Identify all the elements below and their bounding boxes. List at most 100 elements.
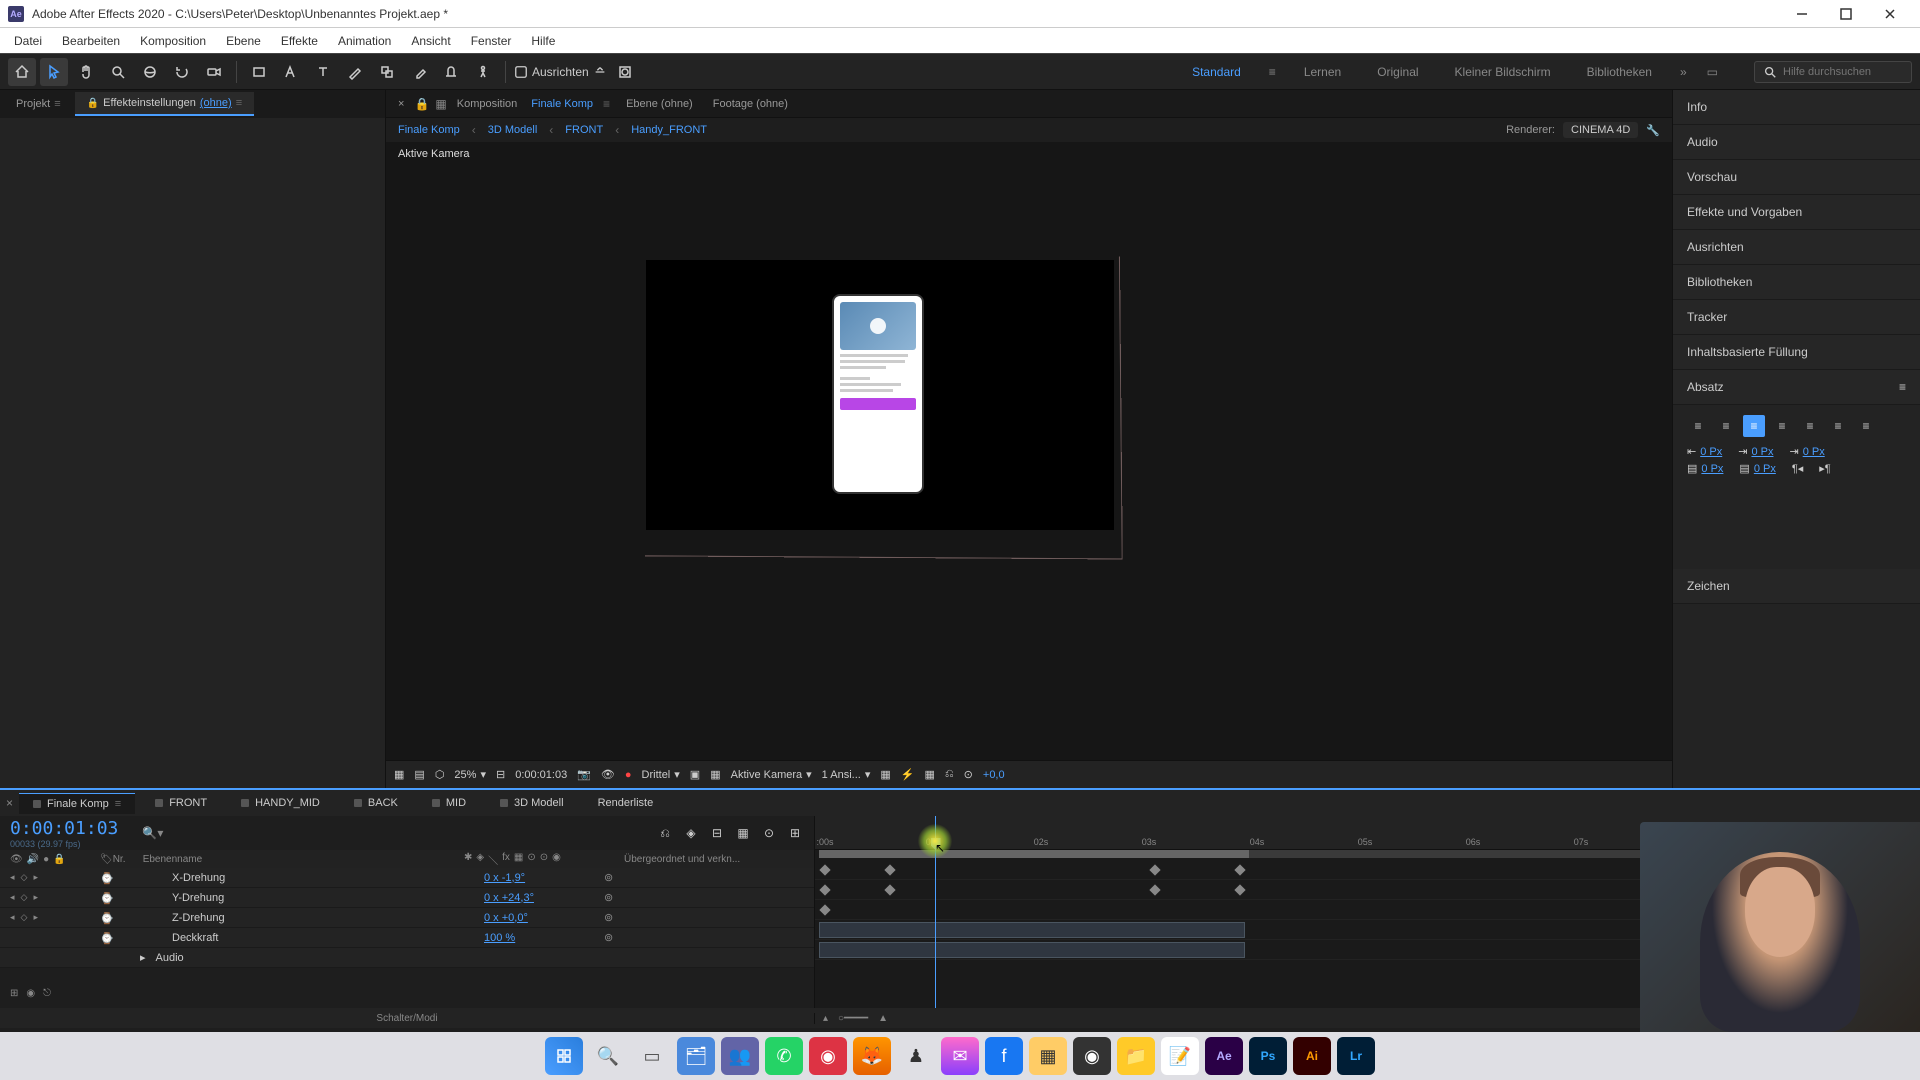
- justify-left-icon[interactable]: ≡: [1771, 415, 1793, 437]
- shy-icon[interactable]: ⊟: [708, 824, 726, 842]
- workspace-overflow-icon[interactable]: »: [1680, 65, 1687, 79]
- project-tab[interactable]: Projekt ≡: [4, 93, 73, 115]
- obs-icon[interactable]: ◉: [1073, 1037, 1111, 1075]
- layer-y-rotation[interactable]: ◂◇▸ ⌚ Y-Drehung 0 x +24,3° ⊚: [0, 888, 814, 908]
- pickwhip-icon[interactable]: ⊚: [604, 871, 613, 884]
- composition-name[interactable]: Finale Komp: [527, 94, 597, 114]
- views-dropdown[interactable]: 1 Ansi... ▾: [822, 768, 871, 781]
- switch-col-icon[interactable]: ＼: [488, 852, 498, 867]
- switches-modes-toggle[interactable]: Schalter/Modi: [0, 1013, 815, 1024]
- keyframe[interactable]: [1234, 884, 1245, 895]
- align-left-icon[interactable]: ≡: [1687, 415, 1709, 437]
- show-snapshot-icon[interactable]: 👁: [601, 768, 615, 781]
- comp-lock-icon[interactable]: 🔒: [414, 97, 429, 111]
- workspace-lernen[interactable]: Lernen: [1296, 61, 1349, 83]
- prop-value[interactable]: 0 x +0,0°: [484, 912, 604, 924]
- search-taskbar-icon[interactable]: 🔍: [589, 1037, 627, 1075]
- puppet-tool-icon[interactable]: [469, 58, 497, 86]
- panel-bibliotheken[interactable]: Bibliotheken: [1673, 265, 1920, 300]
- tl-tab-handymid[interactable]: HANDY_MID: [227, 793, 334, 813]
- tl-toggle-icon[interactable]: ⊞: [10, 988, 18, 1008]
- color-mgmt-icon[interactable]: ●: [625, 769, 632, 781]
- panel-vorschau[interactable]: Vorschau: [1673, 160, 1920, 195]
- workspace-reset-icon[interactable]: ▭: [1707, 65, 1718, 79]
- menu-bearbeiten[interactable]: Bearbeiten: [52, 30, 130, 52]
- rectangle-tool-icon[interactable]: [245, 58, 273, 86]
- tl-tab-mid[interactable]: MID: [418, 793, 480, 813]
- snapping-toggle[interactable]: Ausrichten: [514, 65, 607, 79]
- breadcrumb-0[interactable]: Finale Komp: [398, 124, 460, 136]
- maximize-button[interactable]: [1824, 0, 1868, 28]
- zoom-slider[interactable]: ○━━━━: [838, 1013, 868, 1024]
- rotate-tool-icon[interactable]: [168, 58, 196, 86]
- tl-tab-front[interactable]: FRONT: [141, 793, 221, 813]
- camera-dropdown[interactable]: Aktive Kamera ▾: [731, 768, 812, 781]
- zoom-in-icon[interactable]: ▲: [878, 1013, 888, 1024]
- tl-tab-renderliste[interactable]: Renderliste: [584, 793, 668, 813]
- justify-center-icon[interactable]: ≡: [1799, 415, 1821, 437]
- whatsapp-icon[interactable]: ✆: [765, 1037, 803, 1075]
- switch-col-icon[interactable]: ✱: [464, 852, 472, 867]
- panel-inhaltsbasiert[interactable]: Inhaltsbasierte Füllung: [1673, 335, 1920, 370]
- breadcrumb-2[interactable]: FRONT: [565, 124, 603, 136]
- snapshot-icon[interactable]: 📷: [577, 768, 591, 781]
- label-column-icon[interactable]: 🏷: [100, 854, 113, 865]
- menu-effekte[interactable]: Effekte: [271, 30, 328, 52]
- firefox-icon[interactable]: 🦊: [853, 1037, 891, 1075]
- align-center-icon[interactable]: ≡: [1715, 415, 1737, 437]
- rtl-icon[interactable]: ¶◂: [1792, 462, 1803, 475]
- motionblur-icon[interactable]: ⊙: [760, 824, 778, 842]
- timeline-sync-icon[interactable]: ▦: [924, 768, 934, 781]
- comp-close-icon[interactable]: ×: [394, 94, 408, 114]
- hand-tool-icon[interactable]: [72, 58, 100, 86]
- graph-editor-icon[interactable]: ⊞: [786, 824, 804, 842]
- pickwhip-icon[interactable]: ⊚: [604, 931, 613, 944]
- layer-duration-bar[interactable]: [819, 942, 1245, 958]
- menu-ansicht[interactable]: Ansicht: [401, 30, 460, 52]
- selection-tool-icon[interactable]: [40, 58, 68, 86]
- prop-value[interactable]: 0 x +24,3°: [484, 892, 604, 904]
- keyframe[interactable]: [819, 864, 830, 875]
- pixel-aspect-icon[interactable]: ▦: [880, 768, 890, 781]
- resolution-dropdown[interactable]: Drittel ▾: [642, 768, 680, 781]
- menu-hilfe[interactable]: Hilfe: [521, 30, 565, 52]
- indent-right[interactable]: ⇥0 Px: [1789, 445, 1824, 458]
- keyframe[interactable]: [884, 884, 895, 895]
- channel-toggle-icon[interactable]: ⬡: [435, 768, 445, 781]
- eraser-tool-icon[interactable]: [405, 58, 433, 86]
- space-before[interactable]: ▤0 Px: [1687, 462, 1723, 475]
- frameblend-icon[interactable]: ▦: [734, 824, 752, 842]
- justify-all-icon[interactable]: ≡: [1855, 415, 1877, 437]
- keyframe[interactable]: [1149, 884, 1160, 895]
- breadcrumb-1[interactable]: 3D Modell: [488, 124, 538, 136]
- resolution-icon[interactable]: ⊟: [496, 768, 505, 781]
- effect-controls-tab[interactable]: 🔒 Effekteinstellungen (ohne) ≡: [75, 92, 254, 116]
- playhead[interactable]: [935, 816, 936, 1008]
- align-right-icon[interactable]: ≡: [1743, 415, 1765, 437]
- rotobrush-tool-icon[interactable]: [437, 58, 465, 86]
- mask-toggle-icon[interactable]: ▦: [394, 768, 404, 781]
- timeline-search-icon[interactable]: 🔍▾: [142, 826, 163, 840]
- fx-layer-link[interactable]: (ohne): [200, 97, 232, 109]
- audio-column-icon[interactable]: 🔊: [27, 854, 39, 865]
- comp-preview[interactable]: [646, 260, 1114, 530]
- zoom-tool-icon[interactable]: [104, 58, 132, 86]
- panel-effekte[interactable]: Effekte und Vorgaben: [1673, 195, 1920, 230]
- tl-tab-back[interactable]: BACK: [340, 793, 412, 813]
- panel-audio[interactable]: Audio: [1673, 125, 1920, 160]
- start-button[interactable]: [545, 1037, 583, 1075]
- grid-toggle-icon[interactable]: ▤: [414, 768, 424, 781]
- layer-duration-bar[interactable]: [819, 922, 1245, 938]
- messenger-icon[interactable]: ✉: [941, 1037, 979, 1075]
- brush-tool-icon[interactable]: [341, 58, 369, 86]
- viewer-timecode[interactable]: 0:00:01:03: [515, 769, 567, 781]
- eye-column-icon[interactable]: 👁: [10, 854, 23, 865]
- workspace-bibliotheken[interactable]: Bibliotheken: [1579, 61, 1660, 83]
- switch-col-icon[interactable]: ◈: [476, 852, 484, 867]
- space-after[interactable]: ▤0 Px: [1739, 462, 1775, 475]
- work-area-active[interactable]: [819, 850, 1249, 858]
- workspace-standard[interactable]: Standard: [1184, 61, 1249, 83]
- transparency-grid-icon[interactable]: ▦: [710, 768, 720, 781]
- mask-mode-icon[interactable]: [611, 58, 639, 86]
- breadcrumb-3[interactable]: Handy_FRONT: [631, 124, 707, 136]
